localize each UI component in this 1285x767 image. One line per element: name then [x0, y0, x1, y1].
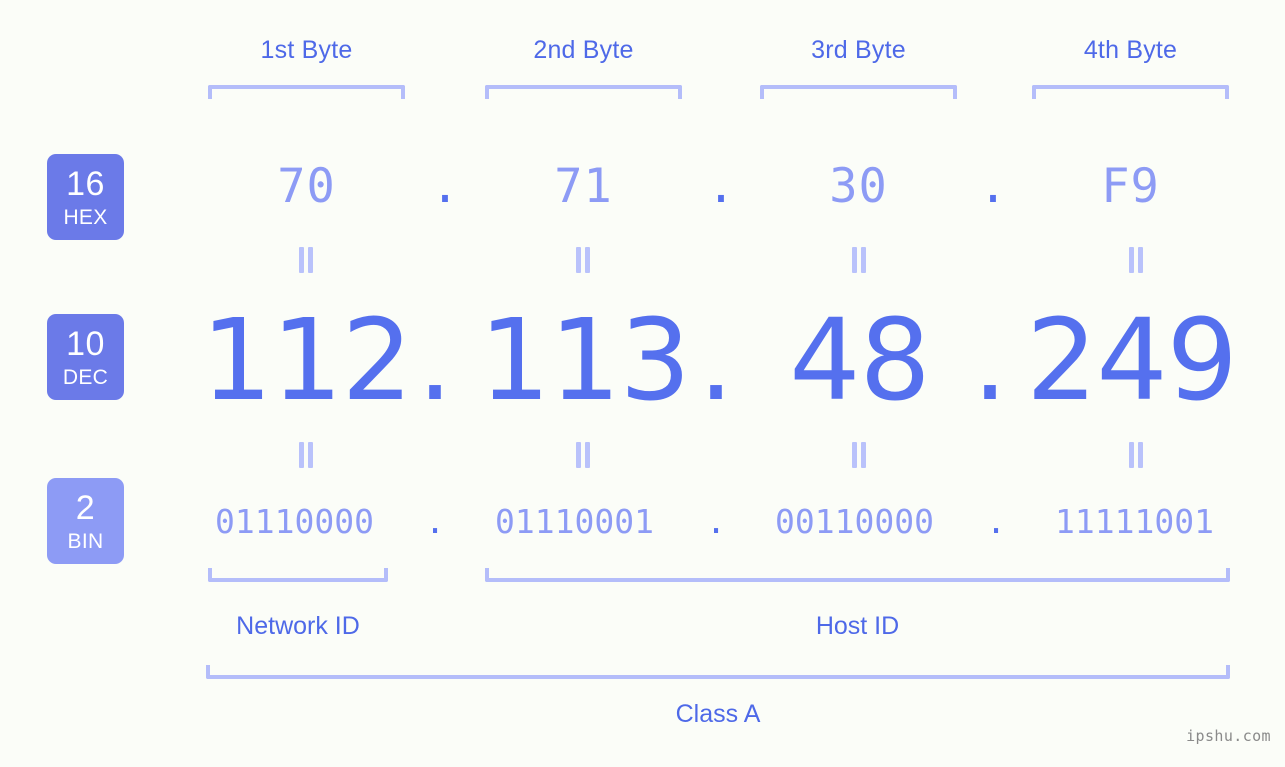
network-id-label: Network ID [236, 612, 360, 640]
dec-separator-3: . [972, 296, 1008, 426]
equals-dec-bin-3 [848, 442, 870, 468]
site-watermark: ipshu.com [1186, 727, 1271, 745]
equals-hex-dec-2 [572, 247, 594, 273]
network-id-bracket [208, 568, 388, 582]
byte-header-1: 1st Byte [260, 36, 353, 64]
hex-octet-2: 71 [554, 159, 613, 214]
dec-separator-1: . [417, 296, 453, 426]
base-badge-bin: 2 BIN [47, 478, 124, 564]
base-badge-hex-number: 16 [66, 164, 105, 203]
bin-octet-1: 01110000 [215, 502, 374, 541]
base-badge-hex: 16 HEX [47, 154, 124, 240]
dec-separator-2: . [698, 296, 734, 426]
ip-address-breakdown-diagram: 1st Byte 2nd Byte 3rd Byte 4th Byte 16 H… [0, 0, 1285, 767]
hex-octet-4: F9 [1101, 159, 1160, 214]
equals-dec-bin-4 [1125, 442, 1147, 468]
bin-octet-3: 00110000 [775, 502, 934, 541]
bin-separator-2: . [706, 502, 726, 541]
base-badge-dec: 10 DEC [47, 314, 124, 400]
bin-separator-1: . [425, 502, 445, 541]
bin-octet-2: 01110001 [495, 502, 654, 541]
byte-header-2: 2nd Byte [533, 36, 634, 64]
hex-separator-1: . [430, 159, 460, 214]
byte-bracket-2 [485, 85, 682, 99]
base-badge-bin-number: 2 [75, 488, 96, 527]
equals-dec-bin-1 [295, 442, 317, 468]
base-badge-dec-number: 10 [66, 324, 105, 363]
byte-bracket-4 [1032, 85, 1229, 99]
base-badge-hex-label: HEX [63, 205, 108, 229]
bin-octet-4: 11111001 [1055, 502, 1214, 541]
base-badge-dec-label: DEC [62, 365, 109, 389]
bin-separator-3: . [986, 502, 1006, 541]
base-badge-bin-label: BIN [67, 529, 104, 553]
dec-octet-3: 48 [789, 296, 931, 426]
host-id-bracket [485, 568, 1230, 582]
dec-octet-1: 112 [201, 296, 413, 426]
equals-dec-bin-2 [572, 442, 594, 468]
byte-header-3: 3rd Byte [811, 36, 906, 64]
equals-hex-dec-4 [1125, 247, 1147, 273]
class-label: Class A [675, 700, 761, 728]
hex-octet-1: 70 [277, 159, 336, 214]
equals-hex-dec-3 [848, 247, 870, 273]
byte-bracket-3 [760, 85, 957, 99]
dec-octet-2: 113 [479, 296, 691, 426]
hex-separator-3: . [978, 159, 1008, 214]
byte-bracket-1 [208, 85, 405, 99]
hex-separator-2: . [706, 159, 736, 214]
equals-hex-dec-1 [295, 247, 317, 273]
byte-header-4: 4th Byte [1083, 36, 1178, 64]
dec-octet-4: 249 [1026, 296, 1238, 426]
class-bracket [206, 665, 1230, 679]
hex-octet-3: 30 [829, 159, 888, 214]
host-id-label: Host ID [815, 612, 900, 640]
